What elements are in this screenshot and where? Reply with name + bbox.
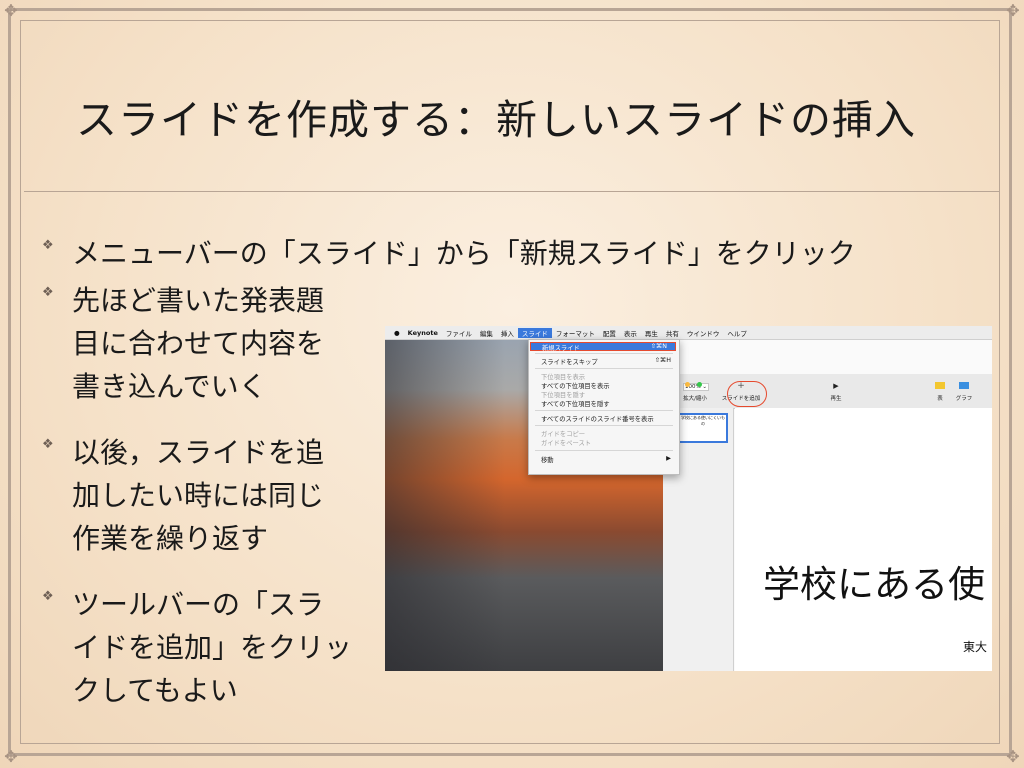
bullet-text: 先ほど書いた発表題 目に合わせて内容を 書き込んでいく xyxy=(72,284,325,403)
minimize-icon[interactable] xyxy=(685,382,691,387)
menu-slide[interactable]: スライド xyxy=(517,327,552,338)
menu-item-new-slide[interactable]: 新規スライド ⇧⌘N xyxy=(530,342,676,352)
menu-keynote[interactable]: Keynote xyxy=(404,329,442,337)
zoom-icon[interactable] xyxy=(697,382,703,387)
menu-edit[interactable]: 編集 xyxy=(476,328,497,338)
menu-window[interactable]: ウインドウ xyxy=(683,328,724,338)
keynote-screenshot: 示 100% ⌄ 拡大/縮小 + スライドを追加 ▶ 再生 表 グラフ 学校にあ… xyxy=(385,326,992,671)
menu-insert[interactable]: 挿入 xyxy=(497,328,518,338)
menu-share[interactable]: 共有 xyxy=(662,328,683,338)
keynote-toolbar: 示 100% ⌄ 拡大/縮小 + スライドを追加 ▶ 再生 表 グラフ xyxy=(663,374,992,409)
menu-item-show-sub: 下位項目を表示 xyxy=(541,374,586,381)
bullet-item: ❖ 先ほど書いた発表題 目に合わせて内容を 書き込んでいく xyxy=(42,279,324,408)
menu-file[interactable]: ファイル xyxy=(442,328,476,338)
corner-ornament-icon: ✥ xyxy=(1006,1,1020,20)
diamond-bullet-icon: ❖ xyxy=(42,238,54,253)
chart-label: グラフ xyxy=(955,396,973,402)
menu-item-hide-all-sub[interactable]: すべての下位項目を隠す xyxy=(541,399,610,408)
bullet-text: ツールバーの「スラ イドを追加」をクリッ クしてもよい xyxy=(72,588,353,707)
slide-canvas[interactable] xyxy=(735,408,992,671)
diamond-bullet-icon: ❖ xyxy=(42,589,54,604)
menu-item-paste-guide: ガイドをペースト xyxy=(541,440,592,447)
zoom-label: 拡大/縮小 xyxy=(683,396,707,402)
bullet-item: ❖ ツールバーの「スラ イドを追加」をクリッ クしてもよい xyxy=(42,583,352,712)
chart-icon[interactable] xyxy=(959,382,969,389)
slide-canvas-title: 学校にある使 xyxy=(763,563,985,606)
submenu-arrow-icon: ▶ xyxy=(666,455,671,462)
bullet-item: ❖ 以後，スライドを追 加したい時には同じ 作業を繰り返す xyxy=(42,431,324,560)
slide-thumbnail[interactable]: 学校にある使いにくいもの xyxy=(678,413,728,443)
slide-canvas-subtitle: 東大 xyxy=(963,640,988,654)
diamond-bullet-icon: ❖ xyxy=(42,437,54,452)
bullet-item: ❖ メニューバーの「スライド」から「新規スライド」をクリック xyxy=(42,232,856,275)
slide-menu-dropdown: 新規スライド ⇧⌘N スライドをスキップ ⇧⌘H 下位項目を表示 すべての下位項… xyxy=(528,339,680,475)
diamond-bullet-icon: ❖ xyxy=(42,285,54,300)
play-icon[interactable]: ▶ xyxy=(827,382,845,390)
add-slide-highlight xyxy=(727,381,767,407)
play-label: 再生 xyxy=(830,396,842,402)
apple-icon[interactable]: ● xyxy=(385,329,404,337)
corner-ornament-icon: ✥ xyxy=(4,1,18,20)
menu-item-show-numbers[interactable]: すべてのスライドのスライド番号を表示 xyxy=(541,414,654,423)
title-divider xyxy=(24,191,1000,192)
table-label: 表 xyxy=(937,396,943,402)
menu-arrange[interactable]: 配置 xyxy=(599,328,620,338)
slide-title: スライドを作成する：新しいスライドの挿入 xyxy=(76,96,916,144)
menu-help[interactable]: ヘルプ xyxy=(723,328,751,338)
mac-menubar: ● Keynote ファイル 編集 挿入 スライド フォーマット 配置 表示 再… xyxy=(385,326,992,340)
corner-ornament-icon: ✥ xyxy=(1006,747,1020,766)
menu-view[interactable]: 表示 xyxy=(620,328,641,338)
bullet-text: メニューバーの「スライド」から「新規スライド」をクリック xyxy=(72,237,856,270)
bullet-text: 以後，スライドを追 加したい時には同じ 作業を繰り返す xyxy=(72,436,325,555)
corner-ornament-icon: ✥ xyxy=(4,747,18,766)
menu-item-move[interactable]: 移動 xyxy=(541,455,554,464)
menu-item-hide-sub: 下位項目を隠す xyxy=(541,392,586,399)
menu-play[interactable]: 再生 xyxy=(641,328,662,338)
menu-item-copy-guide: ガイドをコピー xyxy=(541,431,586,438)
menu-format[interactable]: フォーマット xyxy=(552,328,599,338)
menu-item-show-all-sub[interactable]: すべての下位項目を表示 xyxy=(541,381,610,390)
table-icon[interactable] xyxy=(935,382,945,389)
menu-item-skip-slide[interactable]: スライドをスキップ xyxy=(541,357,598,366)
